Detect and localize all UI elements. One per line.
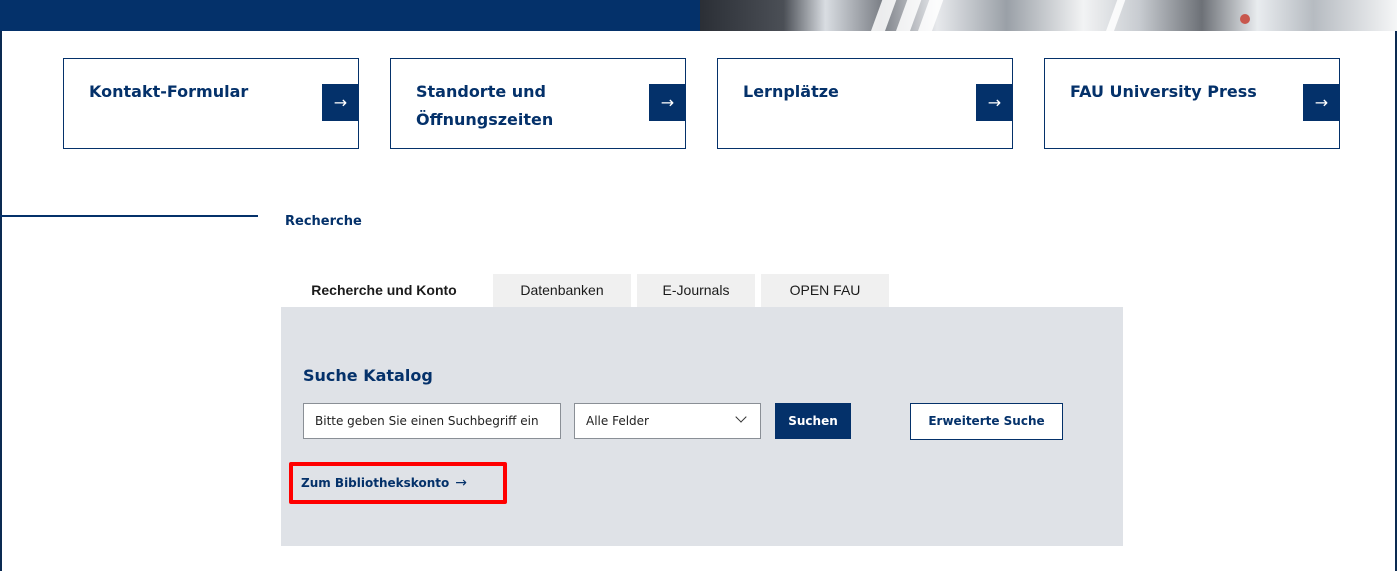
arrow-right-icon[interactable]: →	[976, 84, 1013, 121]
tab-recherche-und-konto[interactable]: Recherche und Konto	[281, 274, 487, 308]
card-title: FAU University Press	[1070, 82, 1257, 101]
hero-image	[700, 0, 1397, 31]
field-select-value: Alle Felder	[586, 414, 649, 428]
section-heading: Recherche	[285, 214, 362, 229]
advanced-search-button[interactable]: Erweiterte Suche	[910, 403, 1063, 440]
arrow-right-icon[interactable]: →	[649, 84, 686, 121]
card-title: Standorte und Öffnungszeiten	[416, 82, 554, 129]
tab-open-fau[interactable]: OPEN FAU	[761, 274, 889, 307]
chevron-down-icon	[735, 411, 747, 423]
search-panel: Suche Katalog Alle Felder Suchen Erweite…	[281, 307, 1123, 546]
catalog-search-title: Suche Katalog	[303, 366, 433, 385]
arrow-right-icon: →	[455, 475, 467, 491]
field-select[interactable]: Alle Felder	[574, 403, 761, 439]
tab-datenbanken[interactable]: Datenbanken	[493, 274, 631, 307]
search-input[interactable]	[303, 403, 561, 439]
arrow-right-icon[interactable]: →	[1303, 84, 1340, 121]
card-kontakt-formular[interactable]: Kontakt-Formular →	[63, 58, 359, 149]
card-title: Kontakt-Formular	[89, 82, 249, 101]
library-account-link-label: Zum Bibliothekskonto	[301, 476, 450, 490]
card-standorte-oeffnungszeiten[interactable]: Standorte und Öffnungszeiten →	[390, 58, 686, 149]
library-account-link[interactable]: Zum Bibliothekskonto →	[289, 462, 507, 504]
card-fau-university-press[interactable]: FAU University Press →	[1044, 58, 1340, 149]
header-bar	[0, 0, 700, 31]
arrow-right-icon[interactable]: →	[322, 84, 359, 121]
search-button[interactable]: Suchen	[775, 403, 851, 439]
section-divider	[0, 215, 258, 217]
tab-e-journals[interactable]: E-Journals	[637, 274, 755, 307]
card-lernplaetze[interactable]: Lernplätze →	[717, 58, 1013, 149]
card-title: Lernplätze	[743, 82, 839, 101]
